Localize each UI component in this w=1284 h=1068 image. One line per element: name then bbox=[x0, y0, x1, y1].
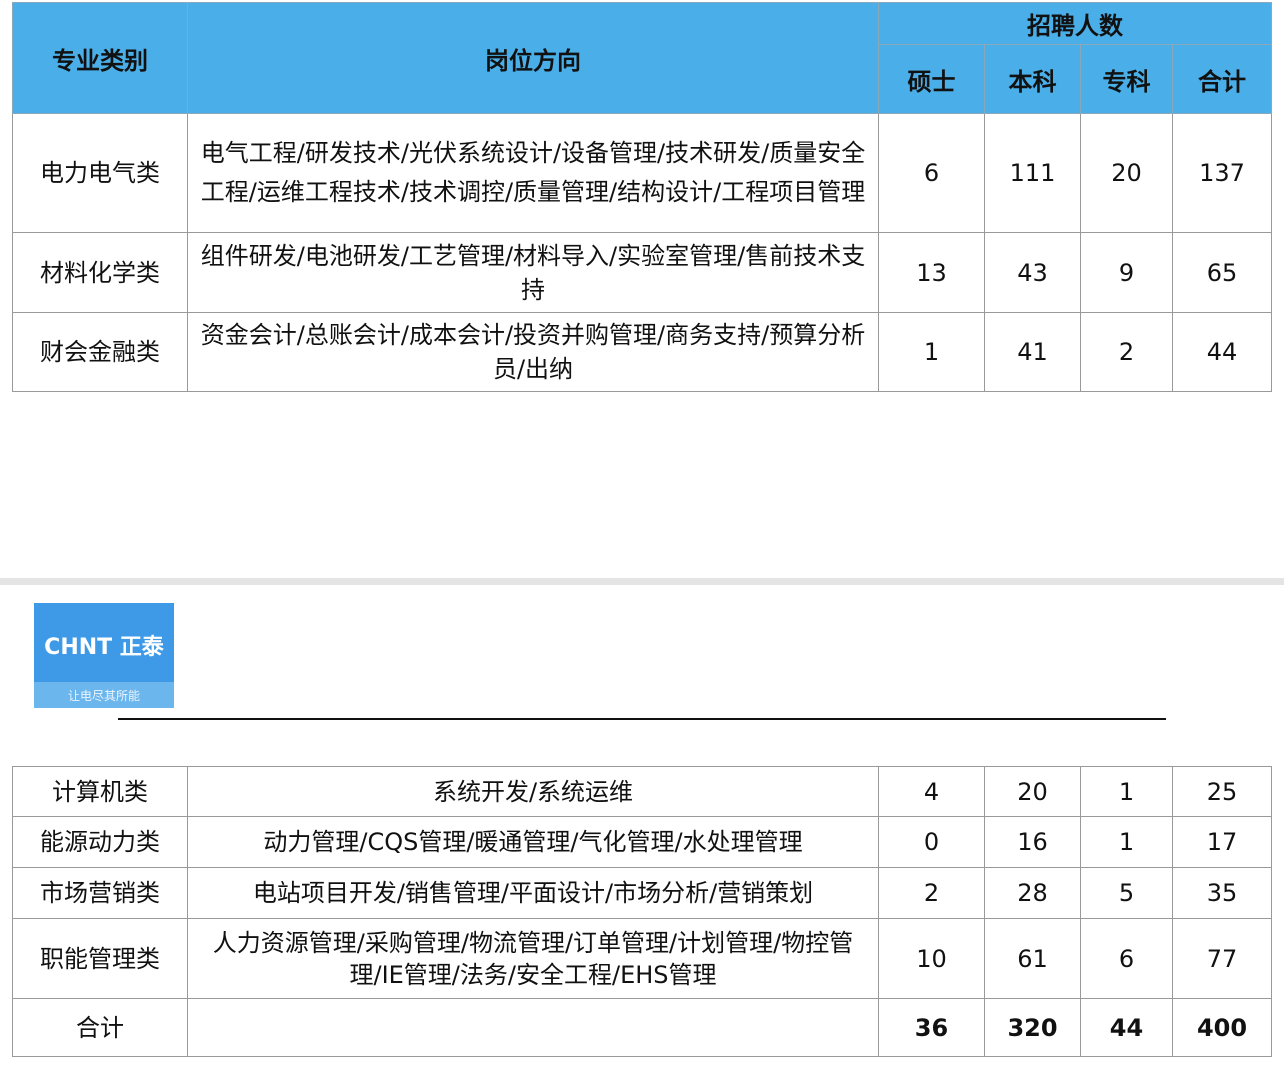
total-college-cell: 44 bbox=[1080, 998, 1173, 1057]
header-position: 岗位方向 bbox=[187, 2, 879, 114]
position-cell: 电气工程/研发技术/光伏系统设计/设备管理/技术研发/质量安全工程/运维工程技术… bbox=[187, 113, 879, 233]
table-row: 财会金融类 资金会计/总账会计/成本会计/投资并购管理/商务支持/预算分析员/出… bbox=[12, 312, 1272, 392]
college-cell: 1 bbox=[1080, 766, 1173, 817]
total-cell: 77 bbox=[1172, 918, 1272, 999]
header-category: 专业类别 bbox=[12, 2, 188, 114]
master-cell: 1 bbox=[878, 312, 985, 392]
total-cell: 35 bbox=[1172, 867, 1272, 919]
category-cell: 市场营销类 bbox=[12, 867, 188, 919]
bachelor-cell: 61 bbox=[984, 918, 1081, 999]
master-cell: 6 bbox=[878, 113, 985, 233]
position-cell: 系统开发/系统运维 bbox=[187, 766, 879, 817]
position-cell: 动力管理/CQS管理/暖通管理/气化管理/水处理管理 bbox=[187, 816, 879, 868]
total-row: 合计 36 320 44 400 bbox=[12, 998, 1272, 1057]
total-cell: 25 bbox=[1172, 766, 1272, 817]
college-cell: 20 bbox=[1080, 113, 1173, 233]
bachelor-cell: 43 bbox=[984, 232, 1081, 313]
table-row: 材料化学类 组件研发/电池研发/工艺管理/材料导入/实验室管理/售前技术支持 1… bbox=[12, 232, 1272, 313]
table-row: 计算机类 系统开发/系统运维 4 20 1 25 bbox=[12, 766, 1272, 817]
logo-slogan-bar: 让电尽其所能 bbox=[34, 682, 174, 708]
logo-brand: CHNT 正泰 bbox=[44, 635, 164, 660]
total-cell: 65 bbox=[1172, 232, 1272, 313]
total-master-cell: 36 bbox=[878, 998, 985, 1057]
category-cell: 材料化学类 bbox=[12, 232, 188, 313]
bachelor-cell: 28 bbox=[984, 867, 1081, 919]
total-bachelor-cell: 320 bbox=[984, 998, 1081, 1057]
total-total-cell: 400 bbox=[1172, 998, 1272, 1057]
logo-slogan: 让电尽其所能 bbox=[67, 689, 140, 703]
master-cell: 10 bbox=[878, 918, 985, 999]
bachelor-cell: 16 bbox=[984, 816, 1081, 868]
position-cell: 人力资源管理/采购管理/物流管理/订单管理/计划管理/物控管理/IE管理/法务/… bbox=[187, 918, 879, 999]
recruitment-table-top: 专业类别 岗位方向 招聘人数 硕士 本科 专科 合计 电力电气类 电气工程/研发… bbox=[12, 2, 1272, 392]
recruitment-table-bottom: 计算机类 系统开发/系统运维 4 20 1 25 能源动力类 动力管理/CQS管… bbox=[12, 766, 1272, 1057]
master-cell: 0 bbox=[878, 816, 985, 868]
table-row: 职能管理类 人力资源管理/采购管理/物流管理/订单管理/计划管理/物控管理/IE… bbox=[12, 918, 1272, 999]
table-row: 市场营销类 电站项目开发/销售管理/平面设计/市场分析/营销策划 2 28 5 … bbox=[12, 867, 1272, 919]
table-row: 能源动力类 动力管理/CQS管理/暖通管理/气化管理/水处理管理 0 16 1 … bbox=[12, 816, 1272, 868]
chint-logo: CHNT 正泰 让电尽其所能 bbox=[34, 603, 174, 708]
position-cell: 组件研发/电池研发/工艺管理/材料导入/实验室管理/售前技术支持 bbox=[187, 232, 879, 313]
category-cell: 电力电气类 bbox=[12, 113, 188, 233]
category-cell: 职能管理类 bbox=[12, 918, 188, 999]
master-cell: 4 bbox=[878, 766, 985, 817]
college-cell: 5 bbox=[1080, 867, 1173, 919]
college-cell: 1 bbox=[1080, 816, 1173, 868]
bachelor-cell: 111 bbox=[984, 113, 1081, 233]
header-master: 硕士 bbox=[878, 44, 985, 114]
table-row: 电力电气类 电气工程/研发技术/光伏系统设计/设备管理/技术研发/质量安全工程/… bbox=[12, 113, 1272, 233]
category-cell: 财会金融类 bbox=[12, 312, 188, 392]
total-cell: 137 bbox=[1172, 113, 1272, 233]
header-bachelor: 本科 bbox=[984, 44, 1081, 114]
header-total: 合计 bbox=[1172, 44, 1272, 114]
header-recruit: 招聘人数 bbox=[878, 2, 1272, 45]
header-rule bbox=[118, 718, 1166, 720]
category-cell: 计算机类 bbox=[12, 766, 188, 817]
position-cell: 电站项目开发/销售管理/平面设计/市场分析/营销策划 bbox=[187, 867, 879, 919]
college-cell: 6 bbox=[1080, 918, 1173, 999]
bachelor-cell: 20 bbox=[984, 766, 1081, 817]
college-cell: 9 bbox=[1080, 232, 1173, 313]
header-college: 专科 bbox=[1080, 44, 1173, 114]
college-cell: 2 bbox=[1080, 312, 1173, 392]
category-cell: 能源动力类 bbox=[12, 816, 188, 868]
bachelor-cell: 41 bbox=[984, 312, 1081, 392]
total-cell: 17 bbox=[1172, 816, 1272, 868]
master-cell: 13 bbox=[878, 232, 985, 313]
total-cell: 44 bbox=[1172, 312, 1272, 392]
total-position-cell bbox=[187, 998, 879, 1057]
master-cell: 2 bbox=[878, 867, 985, 919]
page-separator bbox=[0, 578, 1284, 585]
position-cell: 资金会计/总账会计/成本会计/投资并购管理/商务支持/预算分析员/出纳 bbox=[187, 312, 879, 392]
total-label-cell: 合计 bbox=[12, 998, 188, 1057]
